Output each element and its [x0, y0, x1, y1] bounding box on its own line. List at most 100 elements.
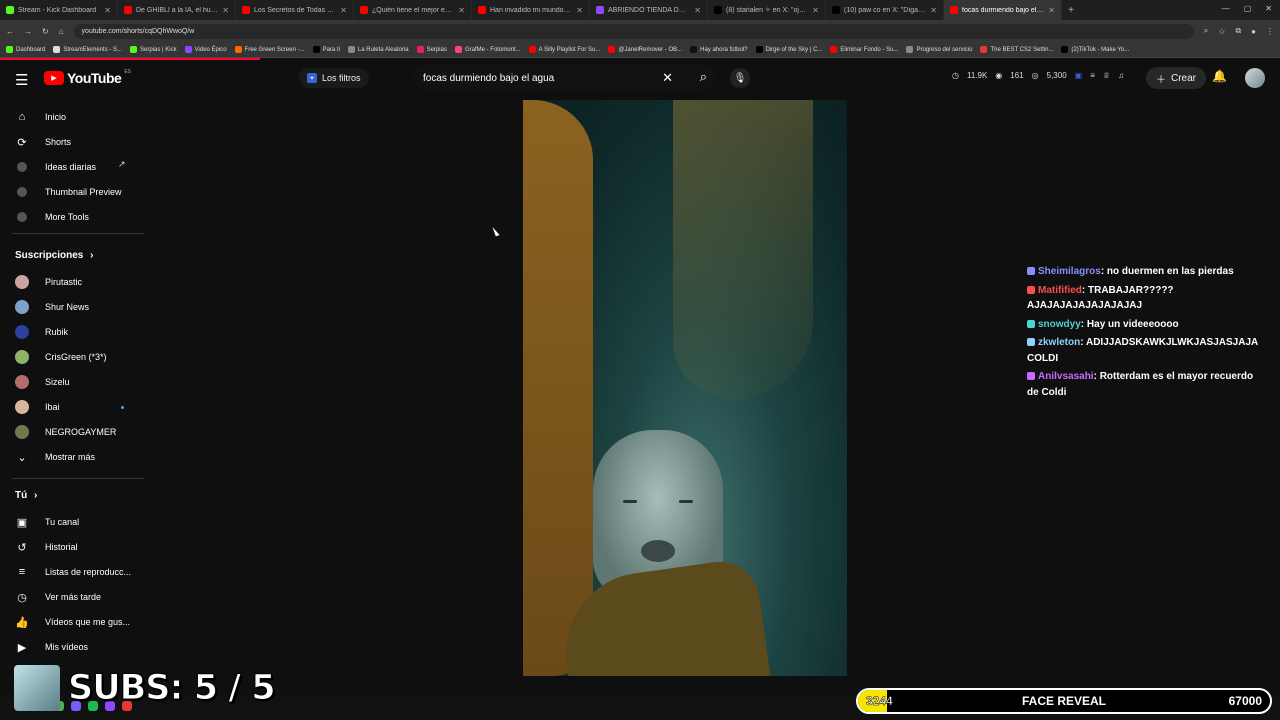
bookmark-item[interactable]: (2)TikTok - Make Yo... — [1061, 46, 1129, 53]
bookmark-item[interactable]: Progreso del servicio — [906, 46, 972, 53]
subscription-item[interactable]: Rubik — [15, 325, 68, 339]
sidebar-item-ideas-diarias[interactable]: Ideas diarias — [15, 160, 96, 174]
user-avatar[interactable] — [1245, 68, 1265, 88]
page-load-progress — [0, 58, 260, 60]
browser-tab[interactable]: Han invadido mi mundo surviv ✕ — [472, 0, 590, 20]
bookmark-item[interactable]: Free Green Screen -... — [234, 46, 305, 53]
bookmark-item[interactable]: Video Épico — [184, 46, 227, 53]
notif-small-icon[interactable]: ♫ — [1118, 71, 1124, 80]
bookmark-item[interactable]: Hay ahora fútbol? — [690, 46, 748, 53]
external-link-icon: ↗ — [118, 159, 126, 169]
subscriptions-header[interactable]: Suscripciones › — [15, 250, 93, 261]
menu-icon[interactable]: ⋮ — [1266, 27, 1274, 36]
maximize-icon[interactable]: ▢ — [1244, 4, 1252, 13]
minimize-icon[interactable]: — — [1222, 4, 1230, 13]
bookmark-item[interactable]: La Ruleta Aleatoria — [347, 46, 409, 53]
tab-close-icon[interactable]: ✕ — [104, 6, 111, 15]
bookmark-item[interactable]: @JanelRemover - OB... — [608, 46, 682, 53]
new-tab-icon[interactable]: + — [1062, 5, 1080, 16]
close-window-icon[interactable]: ✕ — [1265, 4, 1272, 13]
star-icon[interactable]: ☆ — [1218, 27, 1225, 36]
subscription-item[interactable]: Pirutastic — [15, 275, 82, 289]
sidebar-item-shorts[interactable]: ⟳ Shorts — [15, 135, 71, 149]
hamburger-menu-icon[interactable]: ☰ — [15, 71, 28, 89]
you-header[interactable]: Tú › — [15, 490, 37, 501]
bookmark-icon — [347, 46, 355, 53]
sidebar-item-more-tools[interactable]: More Tools — [15, 210, 89, 224]
tab-favicon-icon — [360, 6, 368, 14]
subscription-item[interactable]: Ibai — [15, 400, 60, 414]
tab-close-icon[interactable]: ✕ — [340, 6, 347, 15]
bookmark-label: (2)TikTok - Make Yo... — [1071, 46, 1130, 53]
show-more-button[interactable]: ⌄ Mostrar más — [15, 450, 95, 464]
bookmark-item[interactable]: Eliminar Fondo - Su... — [830, 46, 898, 53]
clear-search-icon[interactable]: ✕ — [662, 70, 673, 86]
bookmark-item[interactable]: A Silly Playlist For Su... — [528, 46, 600, 53]
short-video-player[interactable] — [523, 100, 847, 676]
sidebar-item-you[interactable]: ↺ Historial — [15, 540, 77, 554]
playlist-icon: ≡ — [18, 566, 26, 578]
url-field[interactable]: youtube.com/shorts/cqDQhWwoQ/w — [73, 23, 1194, 39]
subscription-item[interactable]: Shur News — [15, 300, 89, 314]
sidebar-item-inicio[interactable]: ⌂ Inicio — [15, 110, 66, 124]
subscription-item[interactable]: Sizelu — [15, 375, 70, 389]
search-icon[interactable]: ⌕ — [700, 69, 707, 85]
ext-icon[interactable]: ▣ — [1075, 71, 1083, 80]
tab-close-icon[interactable]: ✕ — [458, 6, 465, 15]
profile-icon[interactable]: ● — [1251, 27, 1256, 36]
sidebar-item-you[interactable]: ▶ Mis vídeos — [15, 640, 88, 654]
youtube-logo[interactable]: ▶ YouTube ES — [44, 69, 131, 86]
list-icon[interactable]: ≡ — [1090, 71, 1095, 80]
trophy-icon[interactable]: ♕ — [1103, 71, 1110, 80]
history-icon: ↺ — [17, 541, 27, 554]
tab-close-icon[interactable]: ✕ — [694, 6, 701, 15]
browser-tab[interactable]: Los Secretos de Todas Las Estru ✕ — [236, 0, 354, 20]
create-button[interactable]: ＋ Crear — [1146, 67, 1207, 89]
subscription-item[interactable]: CrisGreen (*3*) — [15, 350, 107, 364]
sidebar-item-you[interactable]: ≡ Listas de reproducc... — [15, 565, 131, 579]
zoom-icon[interactable]: ⌕ — [1204, 26, 1208, 36]
sidebar-item-you[interactable]: ◷ Ver más tarde — [15, 590, 101, 604]
search-input[interactable]: focas durmiendo bajo el agua ✕ ⌕ — [413, 65, 715, 91]
browser-tab[interactable]: Stream - Kick Dashboard ✕ — [0, 0, 118, 20]
search-query: focas durmiendo bajo el agua — [423, 72, 555, 84]
bookmark-item[interactable]: Dashboard — [6, 46, 45, 53]
browser-tab[interactable]: ABRIENDO TIENDA DE POKE ✕ — [590, 0, 708, 20]
browser-tab[interactable]: focas durmiendo bajo el agua ✕ — [944, 0, 1062, 20]
back-icon[interactable]: ← — [6, 27, 14, 36]
bookmark-item[interactable]: Dirge of the Sky | C... — [755, 46, 822, 53]
filters-label: Los filtros — [322, 73, 361, 83]
sidebar-item-you[interactable]: 👍 Vídeos que me gus... — [15, 615, 130, 629]
chat-user: Sheimilagros — [1038, 266, 1101, 277]
subscription-item[interactable]: NEGROGAYMER — [15, 425, 116, 439]
mic-icon[interactable]: 🎙 — [730, 68, 750, 88]
extensions-icon[interactable]: ⧉ — [1235, 26, 1241, 36]
tab-close-icon[interactable]: ✕ — [1048, 6, 1055, 15]
subscription-label: Ibai — [45, 402, 60, 412]
browser-tab[interactable]: (10) paw co en X: "Díganle a Se✕ — [826, 0, 944, 20]
sidebar-item-you[interactable]: ▣ Tu canal — [15, 515, 79, 529]
bell-icon[interactable]: 🔔 — [1212, 69, 1227, 83]
browser-tab[interactable]: ¿Quién tiene el mejor estilo? Ll ✕ — [354, 0, 472, 20]
bookmark-icon — [6, 46, 13, 53]
forward-icon[interactable]: → — [24, 27, 32, 36]
filters-button[interactable]: ✦ Los filtros — [299, 68, 369, 88]
tab-close-icon[interactable]: ✕ — [812, 6, 819, 15]
chat-message: zkwleton: ADIJJADSKAWKJLWKJASJASJAJA COL… — [1027, 335, 1267, 366]
bookmark-item[interactable]: Para ti — [312, 46, 340, 53]
bookmark-item[interactable]: Serpias — [416, 46, 447, 53]
browser-tab[interactable]: De GHIBLI a la IA, el hundimien✕ — [118, 0, 236, 20]
bookmark-item[interactable]: Serpias | Kick — [130, 46, 177, 53]
dot-icon — [15, 185, 29, 199]
sidebar-item-thumbnail-preview[interactable]: Thumbnail Preview — [15, 185, 122, 199]
bookmark-item[interactable]: The BEST CS2 Settin... — [980, 46, 1053, 53]
bookmark-item[interactable]: GrafMe - Fotomont... — [454, 46, 521, 53]
channel-avatar — [15, 400, 29, 414]
tab-close-icon[interactable]: ✕ — [222, 6, 229, 15]
tab-close-icon[interactable]: ✕ — [930, 6, 937, 15]
bookmark-item[interactable]: StreamElements - S... — [53, 46, 122, 53]
browser-tab[interactable]: (8) starialen ✧ en X: "ojalá diff✕ — [708, 0, 826, 20]
home-browser-icon[interactable]: ⌂ — [59, 27, 64, 36]
reload-icon[interactable]: ↻ — [42, 27, 49, 36]
tab-close-icon[interactable]: ✕ — [576, 6, 583, 15]
